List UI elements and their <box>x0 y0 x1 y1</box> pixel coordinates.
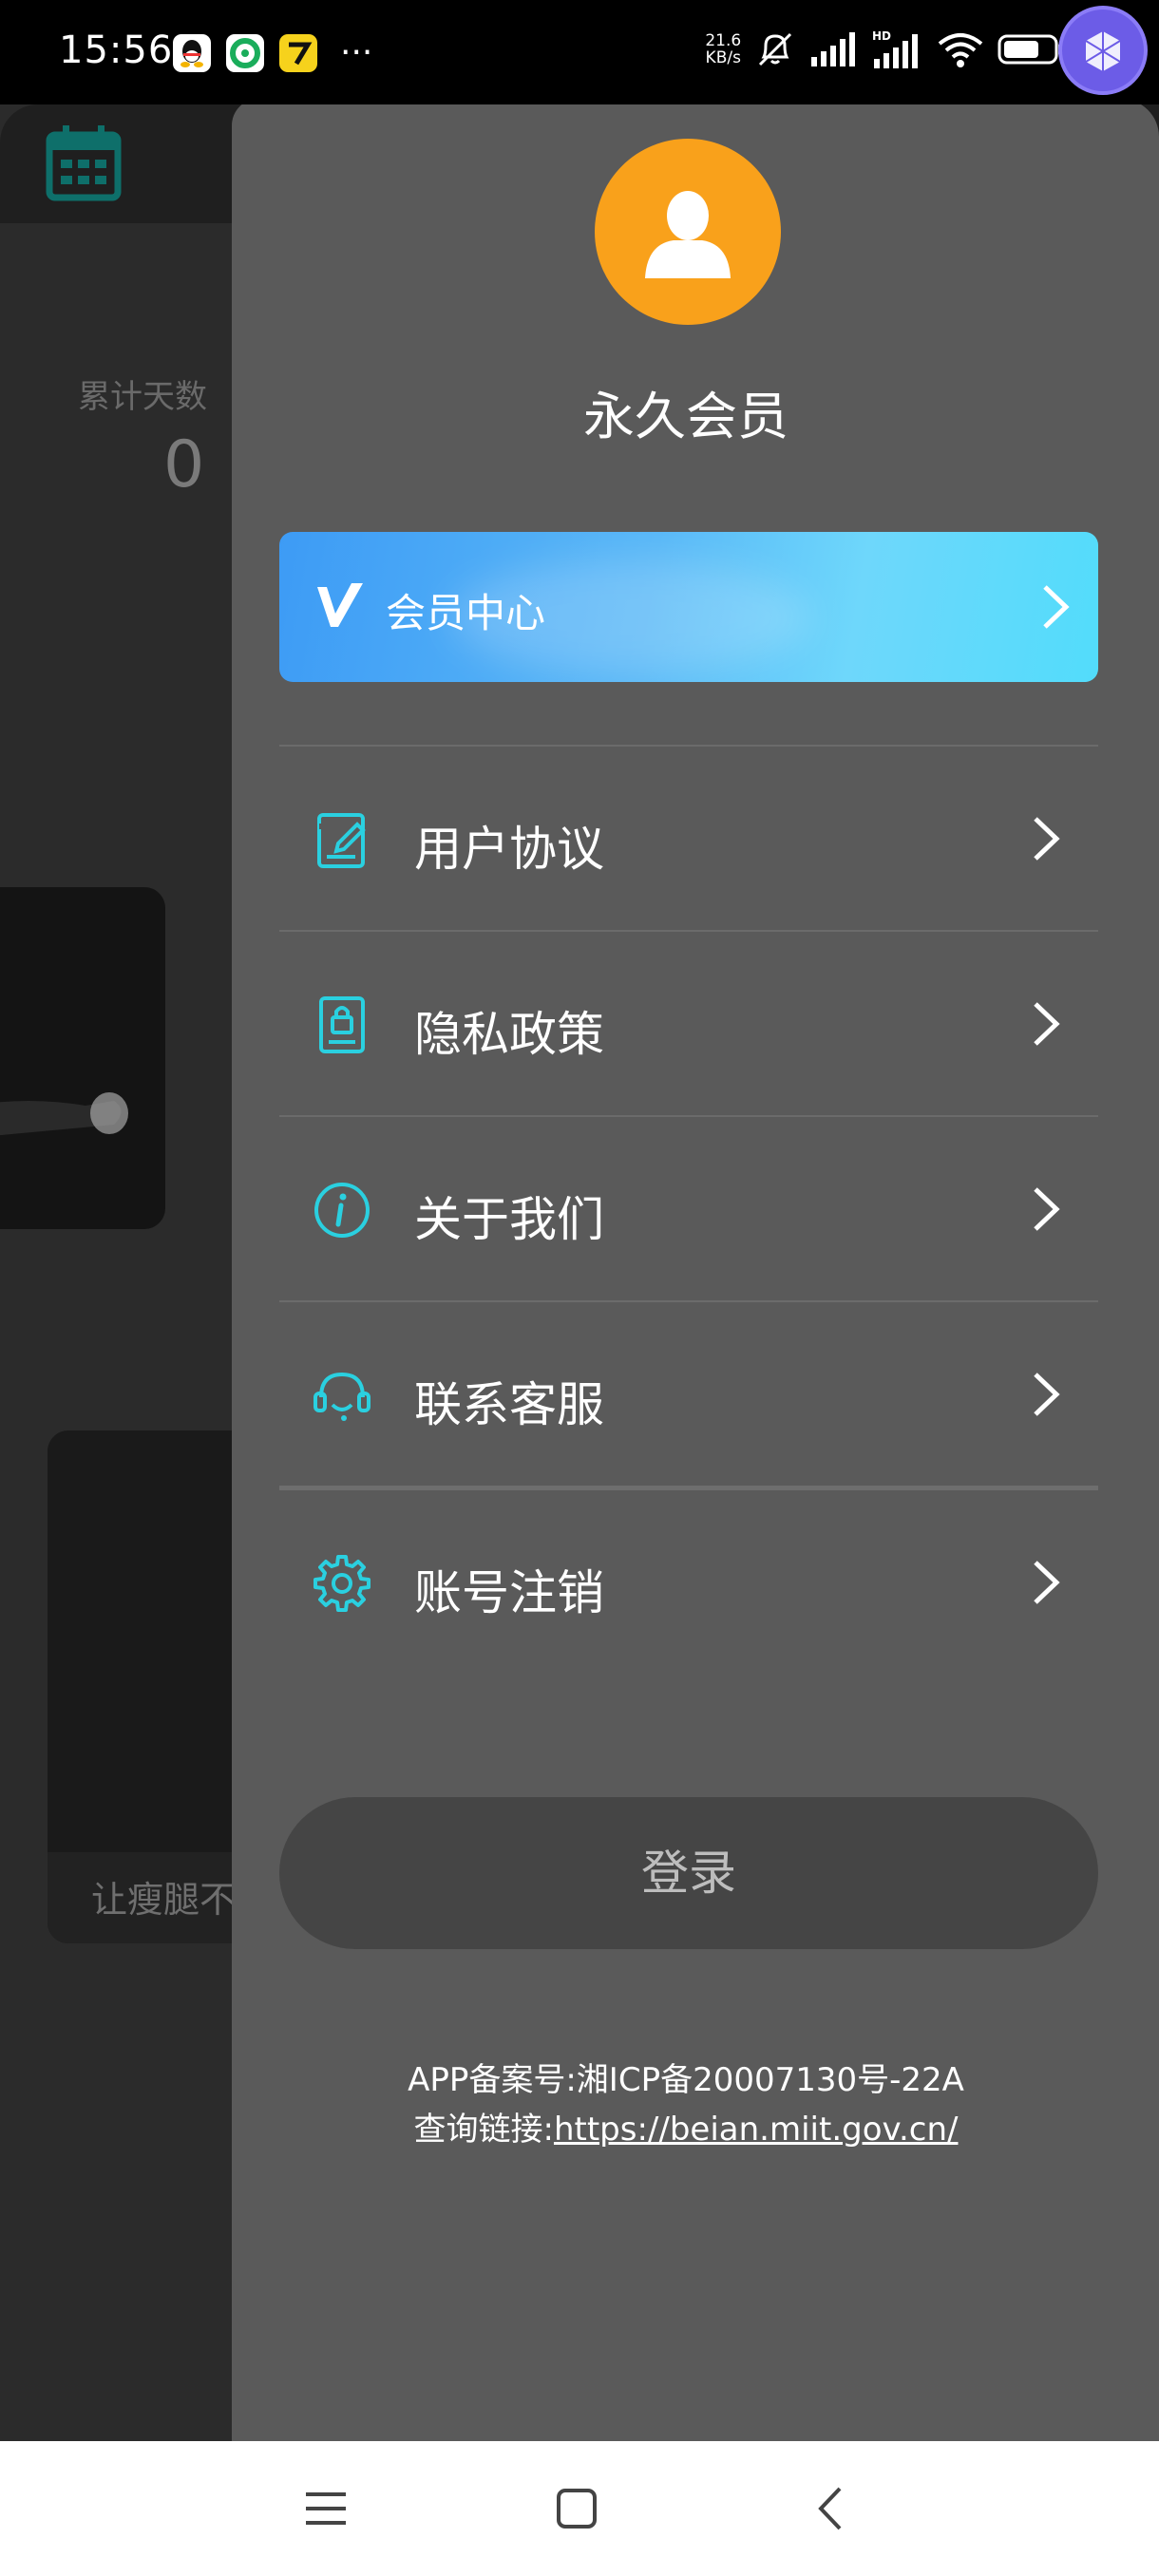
gear-icon <box>314 1555 370 1612</box>
icp-query-label: 查询链接: <box>413 2111 554 2149</box>
icp-query-link[interactable]: https://beian.miit.gov.cn/ <box>554 2111 959 2149</box>
status-time: 15:56 <box>59 28 174 72</box>
signal-icon <box>811 32 856 66</box>
chevron-right-icon <box>1034 817 1060 861</box>
battery-icon <box>998 34 1064 65</box>
icp-info: APP备案号:湘ICP备20007130号-22A 查询链接:https://b… <box>232 2055 1140 2154</box>
chevron-right-icon <box>1034 1187 1060 1231</box>
icp-query-line: 查询链接:https://beian.miit.gov.cn/ <box>232 2105 1140 2154</box>
cumulative-days-value: 0 <box>163 427 205 502</box>
vip-center-button[interactable]: 会员中心 <box>279 532 1098 682</box>
vip-v-icon <box>317 583 363 627</box>
avatar[interactable] <box>595 139 781 325</box>
wifi-icon <box>938 33 983 67</box>
chevron-right-icon <box>1043 585 1070 629</box>
workout-card-label: 让瘦腿不 <box>91 1879 237 1921</box>
menu-item-user-agreement[interactable]: 用户协议 <box>279 745 1098 930</box>
menu-label-customer-service: 联系客服 <box>414 1377 604 1432</box>
chevron-right-icon <box>1034 1373 1060 1416</box>
menu-label-privacy-policy: 隐私政策 <box>414 1007 604 1062</box>
menu-item-account-deletion[interactable]: 账号注销 <box>279 1486 1098 1671</box>
menu-label-user-agreement: 用户协议 <box>414 822 604 877</box>
login-button[interactable]: 登录 <box>279 1797 1098 1949</box>
green-app-icon <box>226 34 264 72</box>
username: 永久会员 <box>583 387 788 446</box>
user-icon <box>645 191 731 278</box>
menu-label-about-us: 关于我们 <box>414 1192 604 1247</box>
back-icon[interactable] <box>808 2485 855 2532</box>
svg-text:HD: HD <box>872 29 891 43</box>
menu-icon[interactable] <box>302 2485 350 2532</box>
more-notifications-icon: ··· <box>340 33 373 72</box>
chevron-right-icon <box>1034 1561 1060 1604</box>
vip-center-label: 会员中心 <box>386 590 546 636</box>
menu-label-account-deletion: 账号注销 <box>414 1565 604 1620</box>
home-icon[interactable] <box>553 2485 600 2532</box>
menu-item-about-us[interactable]: 关于我们 <box>279 1115 1098 1300</box>
chevron-right-icon <box>1034 1002 1060 1046</box>
screen: 15:56 ··· 21.6 KB/s HD 69 <box>0 0 1159 2576</box>
menu-item-customer-service[interactable]: 联系客服 <box>279 1300 1098 1486</box>
side-drawer: 永久会员 会员中心 用户协议 隐私政策 关于我们 联系客服 账号注销 登录 AP… <box>232 99 1159 2441</box>
hd-signal-icon: HD <box>872 29 919 68</box>
lock-document-icon <box>319 996 365 1053</box>
status-app-icons: ··· <box>173 34 372 72</box>
status-bar: 15:56 ··· 21.6 KB/s HD 69 <box>0 0 1159 104</box>
network-speed: 21.6 KB/s <box>705 31 742 67</box>
icp-record-number: APP备案号:湘ICP备20007130号-22A <box>408 2061 964 2099</box>
drawer-menu: 用户协议 隐私政策 关于我们 联系客服 账号注销 <box>279 745 1098 1671</box>
workout-card-image <box>0 887 165 1229</box>
cumulative-days-label: 累计天数 <box>78 378 207 416</box>
headset-icon <box>314 1372 370 1421</box>
floating-assistant-icon[interactable] <box>1058 6 1148 95</box>
menu-item-privacy-policy[interactable]: 隐私政策 <box>279 930 1098 1115</box>
calendar-icon <box>46 125 122 201</box>
mute-notification-icon <box>759 32 792 66</box>
info-icon <box>314 1183 370 1238</box>
qq-icon <box>173 34 211 72</box>
edit-document-icon <box>317 813 366 868</box>
system-nav-bar <box>0 2441 1159 2576</box>
seven-app-icon <box>279 34 317 72</box>
